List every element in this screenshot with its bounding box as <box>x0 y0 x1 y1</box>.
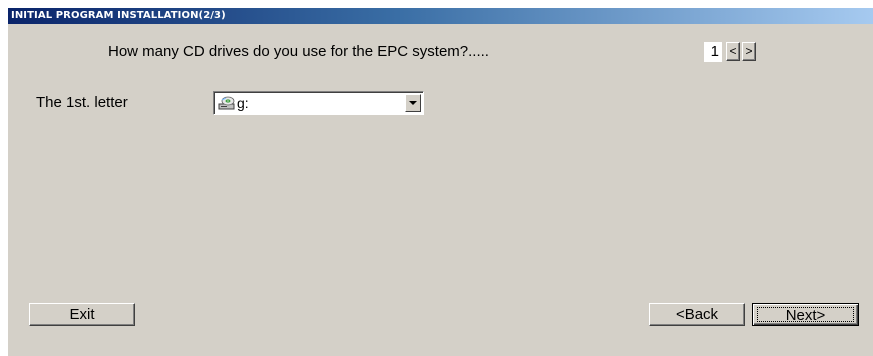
next-button[interactable]: Next> <box>752 303 859 326</box>
window-title: INITIAL PROGRAM INSTALLATION(2/3) <box>8 8 873 24</box>
increase-count-button[interactable]: > <box>742 42 756 61</box>
exit-button[interactable]: Exit <box>29 303 135 326</box>
next-button-label: Next> <box>757 307 854 323</box>
drive-count-value: 1 <box>704 42 722 62</box>
drive-count-question: How many CD drives do you use for the EP… <box>108 43 489 60</box>
cd-drive-icon <box>218 96 235 110</box>
drive-letter-value: g: <box>237 95 249 111</box>
chevron-down-icon[interactable] <box>405 94 421 112</box>
drive-letter-label: The 1st. letter <box>36 94 128 111</box>
decrease-count-button[interactable]: < <box>726 42 740 61</box>
installer-window: INITIAL PROGRAM INSTALLATION(2/3) How ma… <box>8 8 873 356</box>
back-button[interactable]: <Back <box>649 303 745 326</box>
drive-letter-select[interactable]: g: <box>213 91 424 115</box>
